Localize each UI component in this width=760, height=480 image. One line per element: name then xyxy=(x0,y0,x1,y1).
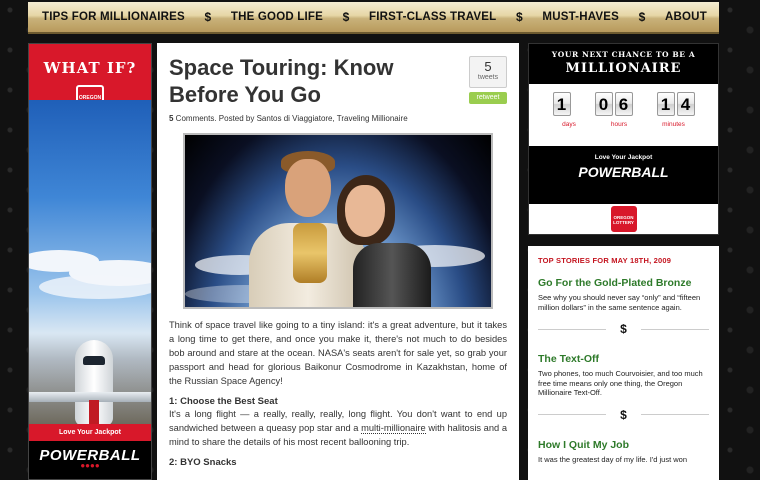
digit: 6 xyxy=(614,92,633,116)
story-summary: See why you should never say “only” and … xyxy=(538,293,701,312)
post-meta: 5 Comments. Posted by Santos di Viaggiat… xyxy=(169,114,507,123)
nav-about[interactable]: ABOUT xyxy=(665,11,707,23)
story-divider: $ xyxy=(538,322,709,336)
digit: 1 xyxy=(552,92,571,116)
minutes-label: minutes xyxy=(662,121,685,128)
section-heading: 2: BYO Snacks xyxy=(169,457,237,468)
section-heading: 1: Choose the Best Seat xyxy=(169,396,278,407)
hours-digits: 0 6 xyxy=(594,92,633,116)
dollar-separator-icon: $ xyxy=(638,10,646,24)
article-main: Space Touring: Know Before You Go 5 twee… xyxy=(157,43,519,480)
nav-tips-for-millionaires[interactable]: TIPS FOR MILLIONAIRES xyxy=(42,11,185,23)
digit: 4 xyxy=(676,92,695,116)
sky-jet-image xyxy=(29,100,151,426)
ad-headline: WHAT IF? xyxy=(43,59,137,77)
left-banner-ad[interactable]: WHAT IF? OREGON LOTTERY Love Your Jackpo… xyxy=(28,43,152,480)
oregon-lottery-logo: OREGON LOTTERY xyxy=(610,206,637,232)
dollar-separator-icon: $ xyxy=(342,10,350,24)
top-stories-panel: TOP STORIES FOR MAY 18TH, 2009 Go For th… xyxy=(528,246,719,480)
article-hero-image xyxy=(183,133,493,309)
ad-header: WHAT IF? OREGON LOTTERY xyxy=(29,44,151,113)
days-label: days xyxy=(562,121,576,128)
retweet-button[interactable]: retweet xyxy=(469,92,507,104)
article-title[interactable]: Space Touring: Know Before You Go xyxy=(169,54,429,108)
story-divider: $ xyxy=(538,408,709,422)
tweet-count: 5 xyxy=(484,59,492,74)
ad-tagline: Love Your Jackpot xyxy=(29,424,151,441)
article-intro: Think of space travel like going to a ti… xyxy=(169,320,507,386)
story-link[interactable]: How I Quit My Job xyxy=(538,439,709,451)
story-summary: Two phones, too much Courvoisier, and to… xyxy=(538,369,703,397)
top-navigation: TIPS FOR MILLIONAIRES $ THE GOOD LIFE $ … xyxy=(28,2,719,34)
post-byline: Comments. Posted by Santos di Viaggiator… xyxy=(173,114,408,123)
section-body: It's a long flight — a really, really, r… xyxy=(169,409,507,447)
countdown-ad[interactable]: YOUR NEXT CHANCE TO BE A MILLIONAIRE 1 0… xyxy=(528,43,719,235)
nav-first-class-travel[interactable]: FIRST-CLASS TRAVEL xyxy=(369,11,496,23)
ad-line1: YOUR NEXT CHANCE TO BE A xyxy=(551,50,696,59)
hours-label: hours xyxy=(610,121,628,128)
powerball-logo: POWERBALL xyxy=(578,164,669,180)
ad-footer: Love Your Jackpot POWERBALL ●●●● xyxy=(29,424,151,479)
days-digits: 1 xyxy=(552,92,571,116)
ad-tagline: Love Your Jackpot xyxy=(594,154,653,161)
dollar-icon: $ xyxy=(620,407,627,422)
multi-millionaire-link[interactable]: multi-millionaire xyxy=(361,423,426,434)
nav-must-haves[interactable]: MUST-HAVES xyxy=(542,11,619,23)
minutes-digits: 1 4 xyxy=(656,92,695,116)
dollar-icon: $ xyxy=(620,322,627,336)
story-link[interactable]: Go For the Gold-Plated Bronze xyxy=(538,277,709,289)
nav-the-good-life[interactable]: THE GOOD LIFE xyxy=(231,11,323,23)
digit: 1 xyxy=(656,92,675,116)
digit: 0 xyxy=(594,92,613,116)
logo-band: OREGON LOTTERY xyxy=(529,204,718,234)
countdown-timer: 1 0 6 1 4 days hours minutes xyxy=(529,84,718,146)
tweet-label: tweets xyxy=(477,74,499,81)
dollar-separator-icon: $ xyxy=(516,10,523,24)
top-stories-heading: TOP STORIES FOR MAY 18TH, 2009 xyxy=(538,256,672,265)
tweet-counter[interactable]: 5 tweets xyxy=(469,56,507,88)
story-link[interactable]: The Text-Off xyxy=(538,353,709,365)
dollar-separator-icon: $ xyxy=(204,10,212,24)
story-summary: It was the greatest day of my life. I'd … xyxy=(538,454,688,464)
ad-line2: MILLIONAIRE xyxy=(565,61,682,76)
